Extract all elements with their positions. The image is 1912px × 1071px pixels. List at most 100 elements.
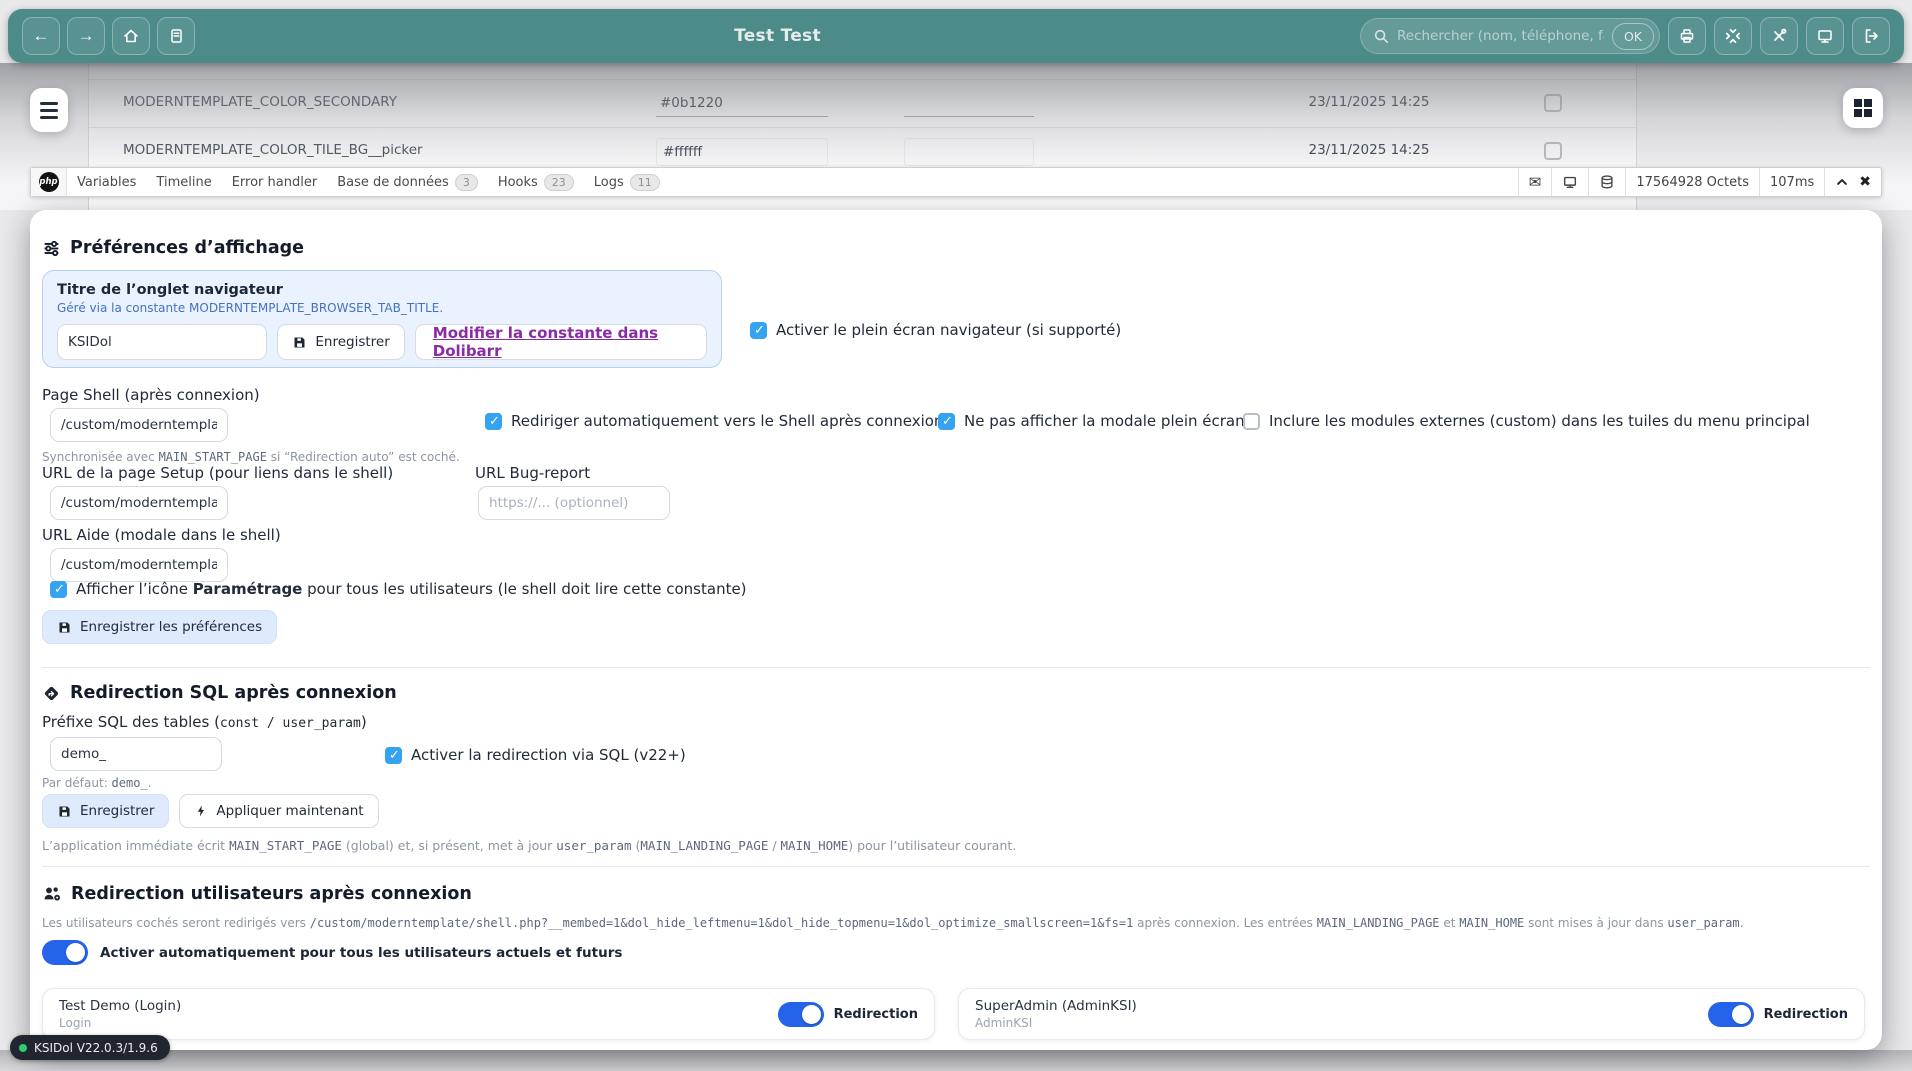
user-redirect-toggle[interactable]	[777, 1001, 824, 1027]
constant-name: MODERNTEMPLATE_COLOR_SECONDARY	[123, 94, 398, 110]
redirect-auto-label: Rediriger automatiquement vers le Shell …	[511, 412, 944, 430]
user-login: AdminKSI	[975, 1016, 1033, 1030]
chevron-up-icon[interactable]	[1835, 175, 1849, 189]
user-redirect-toggle[interactable]	[1707, 1001, 1754, 1027]
grid-view-button[interactable]	[1843, 88, 1883, 128]
bolt-icon	[198, 805, 205, 817]
setup-url-input[interactable]	[50, 486, 228, 520]
fullscreen-checkbox-row[interactable]: Activer le plein écran navigateur (si su…	[750, 321, 1121, 339]
request-time: 107ms	[1759, 168, 1824, 196]
save-preferences-button[interactable]: Enregistrer les préférences	[42, 610, 278, 644]
sql-prefix-label: Préfixe SQL des tables (const / user_par…	[42, 713, 367, 731]
status-dot	[19, 1043, 27, 1052]
bug-url-input[interactable]	[478, 486, 670, 520]
divider	[42, 667, 1870, 668]
no-modal-checkbox[interactable]	[938, 412, 955, 430]
save-icon	[59, 622, 70, 632]
divider	[42, 866, 1870, 867]
save-icon	[294, 337, 305, 347]
user-card: SuperAdmin (AdminKSI) AdminKSI Redirecti…	[958, 988, 1865, 1040]
nav-left-group: ← →	[22, 17, 195, 55]
page-title: Test Test	[734, 26, 821, 46]
close-icon[interactable]: ✖	[1859, 174, 1871, 190]
table-row-partial	[89, 63, 1636, 80]
show-icon-checkbox-row[interactable]: Afficher l’icône Paramétrage pour tous l…	[50, 580, 747, 598]
debug-screen-button[interactable]	[1551, 168, 1588, 196]
help-url-input[interactable]	[50, 548, 228, 582]
constant-note-input[interactable]	[904, 91, 1034, 117]
shell-page-label: Page Shell (après connexion)	[42, 386, 260, 404]
print-button[interactable]	[1668, 17, 1706, 55]
shell-sync-note: Synchronisée avec MAIN_START_PAGE si “Re…	[42, 450, 460, 464]
global-search: OK	[1360, 18, 1660, 54]
modified-date: 23/11/2025 14:25	[1308, 142, 1430, 158]
include-custom-checkbox-row[interactable]: Inclure les modules externes (custom) da…	[1243, 412, 1810, 430]
notebook-icon	[171, 29, 182, 43]
user-name: SuperAdmin (AdminKSI)	[975, 998, 1137, 1014]
sql-enable-checkbox[interactable]	[385, 746, 402, 764]
edit-constant-link[interactable]: Modifier la constante dans Dolibarr	[414, 324, 707, 360]
show-icon-checkbox[interactable]	[50, 580, 67, 598]
user-name: Test Demo (Login)	[59, 998, 182, 1014]
nav-right-group: OK	[1360, 17, 1890, 55]
tools-button[interactable]	[1760, 17, 1798, 55]
search-ok-button[interactable]: OK	[1611, 22, 1654, 50]
debug-tab-variables[interactable]: Variables	[67, 168, 146, 196]
sql-enable-checkbox-row[interactable]: Activer la redirection via SQL (v22+)	[385, 746, 686, 764]
forward-button[interactable]: →	[67, 17, 105, 55]
include-custom-label: Inclure les modules externes (custom) da…	[1269, 412, 1810, 430]
home-button[interactable]	[112, 17, 150, 55]
modified-date: 23/11/2025 14:25	[1308, 94, 1430, 110]
row-checkbox[interactable]	[1544, 142, 1562, 160]
bottom-band	[0, 1050, 1912, 1071]
shell-page-input[interactable]	[50, 408, 228, 442]
redirect-toggle-label: Redirection	[833, 1006, 918, 1022]
logout-button[interactable]	[1852, 17, 1890, 55]
menu-toggle-button[interactable]	[30, 88, 68, 132]
tab-title-input[interactable]	[57, 324, 268, 360]
constant-value-input[interactable]: #0b1220	[656, 91, 828, 117]
envelope-icon: ✉	[1528, 173, 1542, 191]
constant-value-input[interactable]: #ffffff	[656, 138, 828, 166]
debug-tab-database[interactable]: Base de données 3	[327, 168, 488, 196]
printer-icon	[1680, 29, 1694, 43]
redirect-auto-checkbox[interactable]	[485, 412, 502, 430]
notebook-button[interactable]	[157, 17, 195, 55]
sql-apply-button[interactable]: Appliquer maintenant	[179, 794, 379, 828]
no-modal-checkbox-row[interactable]: Ne pas afficher la modale plein écran	[938, 412, 1245, 430]
tab-title-hint: Géré via la constante MODERNTEMPLATE_BRO…	[57, 301, 444, 315]
fullscreen-checkbox-label: Activer le plein écran navigateur (si su…	[776, 321, 1122, 339]
hamburger-icon	[40, 101, 58, 105]
sql-enable-label: Activer la redirection via SQL (v22+)	[411, 746, 686, 764]
master-redirect-toggle[interactable]	[42, 940, 88, 965]
debug-database-button[interactable]	[1588, 168, 1625, 196]
redirect-auto-checkbox-row[interactable]: Rediriger automatiquement vers le Shell …	[485, 412, 943, 430]
debug-tab-errors[interactable]: Error handler	[222, 168, 327, 196]
fullscreen-checkbox[interactable]	[750, 321, 767, 339]
badge: 23	[543, 173, 574, 191]
sql-save-button[interactable]: Enregistrer	[42, 794, 170, 828]
sliders-icon	[44, 240, 59, 256]
redirect-toggle-label: Redirection	[1763, 1006, 1848, 1022]
back-button[interactable]: ←	[22, 17, 60, 55]
debug-tab-hooks[interactable]: Hooks 23	[488, 168, 584, 196]
top-navbar: ← → Test Test OK	[8, 9, 1904, 63]
include-custom-checkbox[interactable]	[1243, 412, 1260, 430]
sql-apply-note: L’application immédiate écrit MAIN_START…	[42, 838, 1017, 853]
search-input[interactable]	[1397, 28, 1604, 44]
sql-prefix-input[interactable]	[50, 737, 222, 771]
user-login: Login	[59, 1016, 92, 1030]
save-tab-title-button[interactable]: Enregistrer	[277, 324, 405, 360]
debug-tab-logs[interactable]: Logs 11	[584, 168, 670, 196]
debug-tab-timeline[interactable]: Timeline	[146, 168, 221, 196]
row-checkbox[interactable]	[1544, 94, 1562, 112]
screen-button[interactable]	[1806, 17, 1844, 55]
compress-button[interactable]	[1714, 17, 1752, 55]
debug-mail-button[interactable]: ✉	[1517, 168, 1552, 196]
tools-icon	[1774, 28, 1787, 41]
constant-note-input[interactable]	[904, 138, 1034, 166]
tab-title-label: Titre de l’onglet navigateur	[57, 282, 283, 298]
grid-icon	[1854, 99, 1872, 117]
user-card: Test Demo (Login) Login Redirection	[42, 988, 935, 1040]
user-redirect-heading: Redirection utilisateurs après connexion	[42, 884, 472, 904]
